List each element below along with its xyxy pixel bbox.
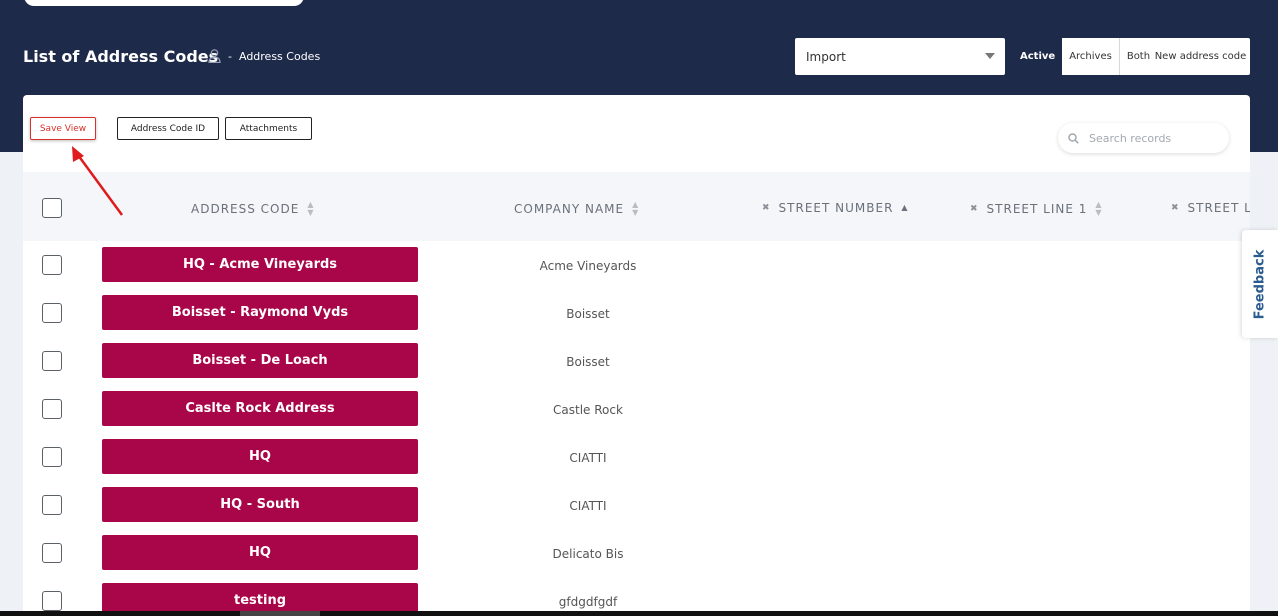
table-row: HQ - South CIATTI (23, 482, 1250, 530)
sort-icon: ▲ ▼ (307, 200, 315, 217)
address-code-button[interactable]: Boisset - Raymond Vyds (102, 295, 418, 330)
records-card: Save View Address Code ID Attachments AD… (23, 95, 1250, 616)
company-name-cell: CIATTI (569, 451, 607, 465)
feedback-label: Feedback (1252, 249, 1268, 319)
chevron-down-icon (985, 53, 995, 59)
address-code-button[interactable]: HQ - South (102, 487, 418, 522)
company-name-cell: Boisset (566, 307, 610, 321)
user-icon (208, 49, 221, 63)
search-box (1058, 123, 1229, 153)
column-toggle-attachments[interactable]: Attachments (225, 117, 312, 140)
company-name-cell: Castle Rock (553, 403, 623, 417)
table-row: HQ Delicato Bis (23, 530, 1250, 578)
filter-active[interactable]: Active (1013, 38, 1062, 75)
filter-archives[interactable]: Archives (1062, 38, 1120, 75)
address-code-button[interactable]: HQ (102, 535, 418, 570)
import-select-value: Import (806, 49, 846, 64)
table-row: Caslte Rock Address Castle Rock (23, 386, 1250, 434)
company-name-cell: Acme Vineyards (539, 259, 637, 273)
feedback-tab[interactable]: Feedback (1242, 230, 1278, 338)
sort-ascending-icon: ▲ (901, 203, 909, 212)
breadcrumb-current[interactable]: Address Codes (239, 50, 320, 63)
column-header-company-name[interactable]: COMPANY NAME ▲ ▼ (514, 201, 639, 217)
import-select[interactable]: Import (795, 38, 1005, 75)
table-row: HQ CIATTI (23, 434, 1250, 482)
remove-column-icon[interactable]: ✖ (1171, 203, 1180, 213)
page-title: List of Address Codes (23, 47, 219, 66)
breadcrumb: - Address Codes (208, 49, 320, 63)
column-header-address-code[interactable]: ADDRESS CODE ▲ ▼ (191, 201, 314, 217)
sort-icon: ▲ ▼ (1095, 200, 1103, 217)
column-header-street-number[interactable]: ✖ STREET NUMBER ▲ (762, 201, 909, 215)
top-search-bar[interactable] (24, 0, 304, 6)
column-header-street-line-2[interactable]: ✖ STREET LI (1171, 201, 1250, 215)
sort-icon: ▲ ▼ (632, 200, 640, 217)
row-checkbox[interactable] (42, 303, 62, 323)
search-input[interactable] (1087, 130, 1221, 146)
address-code-button[interactable]: Caslte Rock Address (102, 391, 418, 426)
row-checkbox[interactable] (42, 351, 62, 371)
search-icon (1068, 132, 1079, 144)
remove-column-icon[interactable]: ✖ (762, 203, 771, 213)
column-label: STREET LINE 1 (986, 202, 1088, 216)
address-code-button[interactable]: Boisset - De Loach (102, 343, 418, 378)
column-toggle-address-code-id[interactable]: Address Code ID (117, 117, 219, 140)
table-row: Boisset - Raymond Vyds Boisset (23, 290, 1250, 338)
breadcrumb-separator: - (228, 49, 232, 63)
company-name-cell: CIATTI (569, 499, 607, 513)
row-checkbox[interactable] (42, 495, 62, 515)
status-filter-group: Active Archives Both (1013, 38, 1158, 75)
row-checkbox[interactable] (42, 543, 62, 563)
company-name-cell: Delicato Bis (552, 547, 624, 561)
row-checkbox[interactable] (42, 591, 62, 611)
scrollbar-thumb[interactable] (240, 611, 320, 616)
column-label: STREET NUMBER (778, 201, 894, 215)
new-address-code-button[interactable]: New address code (1151, 38, 1250, 75)
column-label: COMPANY NAME (514, 202, 625, 216)
horizontal-scrollbar[interactable] (0, 611, 1278, 616)
save-view-button[interactable]: Save View (30, 117, 96, 140)
column-label: STREET LI (1187, 201, 1250, 215)
column-label: ADDRESS CODE (191, 202, 300, 216)
table-row: Boisset - De Loach Boisset (23, 338, 1250, 386)
address-code-button[interactable]: HQ (102, 439, 418, 474)
column-header-street-line-1[interactable]: ✖ STREET LINE 1 ▲ ▼ (970, 201, 1103, 217)
select-all-checkbox[interactable] (42, 198, 62, 218)
table-row: HQ - Acme Vineyards Acme Vineyards (23, 242, 1250, 290)
remove-column-icon[interactable]: ✖ (970, 204, 979, 214)
company-name-cell: Boisset (566, 355, 610, 369)
address-code-button[interactable]: HQ - Acme Vineyards (102, 247, 418, 282)
table-header: ADDRESS CODE ▲ ▼ COMPANY NAME ▲ ▼ ✖ STREET… (23, 172, 1250, 241)
row-checkbox[interactable] (42, 255, 62, 275)
row-checkbox[interactable] (42, 399, 62, 419)
row-checkbox[interactable] (42, 447, 62, 467)
